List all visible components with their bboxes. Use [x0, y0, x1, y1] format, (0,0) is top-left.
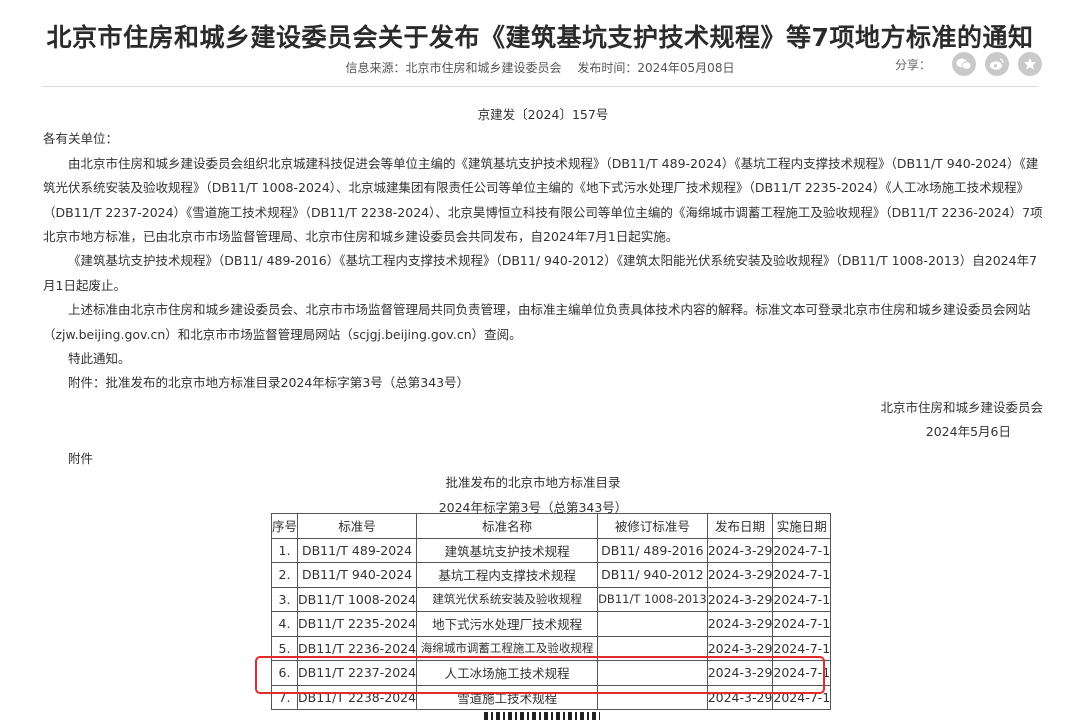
standard-number: DB11/T 2238-2024 — [297, 684, 418, 710]
salutation: 各有关单位： — [43, 131, 119, 147]
table-title: 批准发布的北京市地方标准目录 — [445, 475, 621, 491]
standard-number: DB11/T 2236-2024 — [297, 635, 418, 661]
paragraph-attachment: 附件：批准发布的北京市地方标准目录2024年标字第3号（总第343号） — [68, 375, 470, 391]
publish-date: 发布时间：2024年05月08日 — [577, 61, 735, 75]
row-index: 3. — [270, 586, 299, 612]
favorite-icon[interactable] — [1018, 52, 1042, 76]
share-label: 分享： — [894, 57, 931, 72]
effective-date: 2024-7-1 — [772, 660, 832, 686]
standard-name: 雪道施工技术规程 — [416, 684, 599, 710]
row-index: 2. — [270, 562, 299, 588]
publish-date: 2024-3-29 — [706, 586, 774, 612]
paragraph-closing: 特此通知。 — [68, 351, 131, 367]
header-index: 序号 — [270, 513, 299, 539]
effective-date: 2024-7-1 — [772, 684, 832, 710]
revised-standard — [597, 635, 708, 661]
standards-table: 序号 标准号 标准名称 被修订标准号 发布日期 实施日期 1. DB11/T 4… — [270, 513, 832, 710]
row-index: 5. — [270, 635, 299, 661]
effective-date: 2024-7-1 — [772, 562, 832, 588]
effective-date: 2024-7-1 — [772, 635, 832, 661]
signature: 北京市住房和城乡建设委员会 — [880, 399, 1043, 415]
header-standard-name: 标准名称 — [416, 513, 599, 539]
standard-number: DB11/T 2237-2024 — [297, 660, 418, 686]
revised-standard — [597, 684, 708, 710]
standard-name: 建筑光伏系统安装及验收规程 — [416, 586, 599, 612]
source-label: 信息来源：北京市住房和城乡建设委员会 — [345, 61, 562, 75]
sign-date: 2024年5月6日 — [925, 424, 1011, 440]
paragraph-main: 由北京市住房和城乡建设委员会组织北京城建科技促进会等单位主编的《建筑基坑支护技术… — [43, 155, 1043, 245]
attachment-label: 附件 — [68, 450, 94, 466]
table-row: 3. DB11/T 1008-2024 建筑光伏系统安装及验收规程 DB11/T… — [270, 586, 832, 612]
header-standard-number: 标准号 — [297, 513, 418, 539]
revised-standard: DB11/ 489-2016 — [597, 537, 708, 563]
header-revised-standard: 被修订标准号 — [597, 513, 708, 539]
row-index: 7. — [270, 684, 299, 710]
header-publish-date: 发布日期 — [706, 513, 774, 539]
standard-name: 基坑工程内支撑技术规程 — [416, 562, 599, 588]
header-effective-date: 实施日期 — [772, 513, 832, 539]
effective-date: 2024-7-1 — [772, 611, 832, 637]
table-row: 4. DB11/T 2235-2024 地下式污水处理厂技术规程 2024-3-… — [270, 611, 832, 637]
standard-number: DB11/T 2235-2024 — [297, 611, 418, 637]
qr-code — [484, 712, 600, 720]
header-divider — [42, 86, 1038, 87]
paragraph-abolished: 《建筑基坑支护技术规程》（DB11/ 489-2016）《基坑工程内支撑技术规程… — [43, 253, 1038, 293]
table-row-highlighted: 6. DB11/T 2237-2024 人工冰场施工技术规程 2024-3-29… — [270, 660, 832, 686]
revised-standard: DB11/T 1008-2013 — [597, 586, 708, 612]
standard-name: 地下式污水处理厂技术规程 — [416, 611, 599, 637]
standard-number: DB11/T 1008-2024 — [297, 586, 418, 612]
publish-date: 2024-3-29 — [706, 537, 774, 563]
row-index: 1. — [270, 537, 299, 563]
standard-number: DB11/T 940-2024 — [297, 562, 418, 588]
row-index: 6. — [270, 660, 299, 686]
document-number: 京建发〔2024〕157号 — [477, 107, 609, 122]
publish-date: 2024-3-29 — [706, 684, 774, 710]
standard-name: 海绵城市调蓄工程施工及验收规程 — [416, 635, 599, 661]
publish-date: 2024-3-29 — [706, 660, 774, 686]
effective-date: 2024-7-1 — [772, 537, 832, 563]
effective-date: 2024-7-1 — [772, 586, 832, 612]
revised-standard: DB11/ 940-2012 — [597, 562, 708, 588]
paragraph-management: 上述标准由北京市住房和城乡建设委员会、北京市市场监督管理局共同负责管理，由标准主… — [43, 302, 1031, 342]
standard-name: 建筑基坑支护技术规程 — [416, 537, 599, 563]
publish-date: 2024-3-29 — [706, 562, 774, 588]
publish-date: 2024-3-29 — [706, 635, 774, 661]
standard-number: DB11/T 489-2024 — [297, 537, 418, 563]
table-row: 2. DB11/T 940-2024 基坑工程内支撑技术规程 DB11/ 940… — [270, 562, 832, 588]
revised-standard — [597, 611, 708, 637]
standard-name: 人工冰场施工技术规程 — [416, 660, 599, 686]
table-header-row: 序号 标准号 标准名称 被修订标准号 发布日期 实施日期 — [270, 513, 832, 539]
wechat-icon[interactable] — [952, 52, 976, 76]
share-bar: 分享： — [895, 52, 1042, 76]
table-row: 7. DB11/T 2238-2024 雪道施工技术规程 2024-3-29 2… — [270, 684, 832, 710]
document-body: 京建发〔2024〕157号 各有关单位： 由北京市住房和城乡建设委员会组织北京城… — [43, 103, 1043, 520]
weibo-icon[interactable] — [985, 52, 1009, 76]
row-index: 4. — [270, 611, 299, 637]
table-row: 5. DB11/T 2236-2024 海绵城市调蓄工程施工及验收规程 2024… — [270, 635, 832, 661]
publish-date: 2024-3-29 — [706, 611, 774, 637]
page-title: 北京市住房和城乡建设委员会关于发布《建筑基坑支护技术规程》等7项地方标准的通知 — [46, 23, 1034, 52]
table-row: 1. DB11/T 489-2024 建筑基坑支护技术规程 DB11/ 489-… — [270, 537, 832, 563]
revised-standard — [597, 660, 708, 686]
